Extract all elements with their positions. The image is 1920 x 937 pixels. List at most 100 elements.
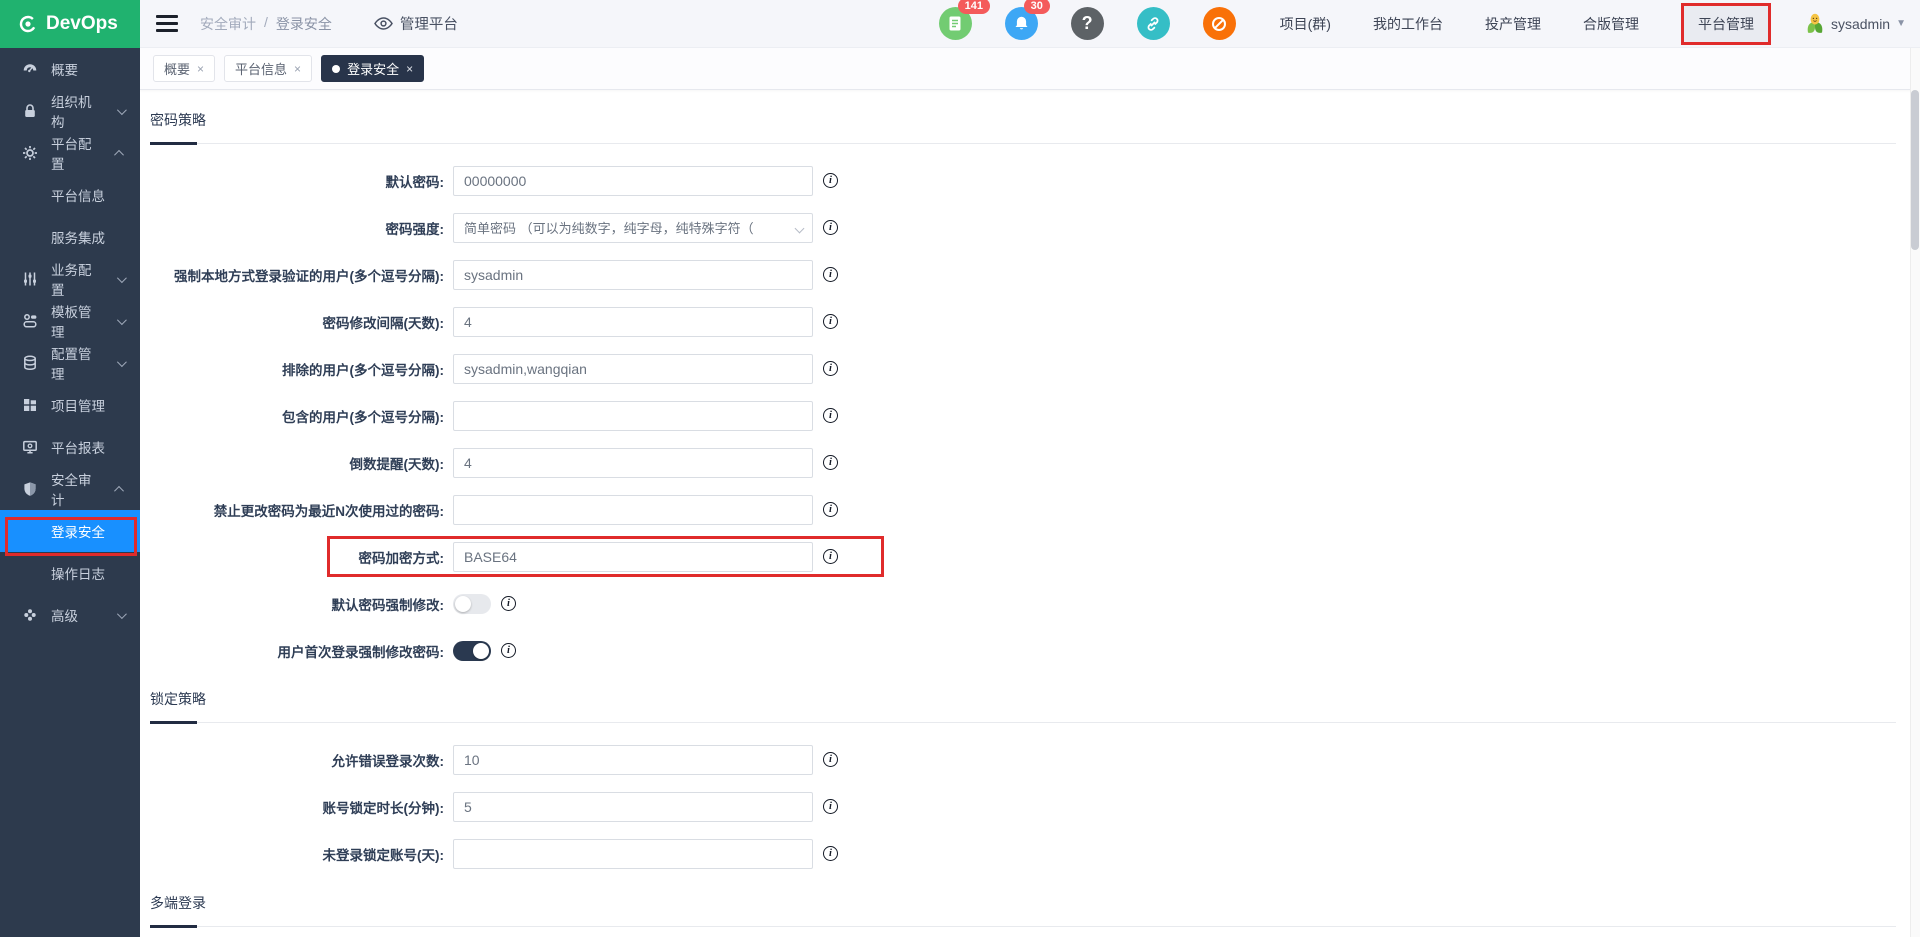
eye-icon — [374, 16, 393, 31]
included-users-input[interactable] — [453, 401, 813, 431]
documents-icon[interactable]: 141 — [939, 7, 972, 40]
sidebar-item-platform-info[interactable]: 平台信息 — [0, 174, 140, 216]
sidebar-item-advanced[interactable]: 高级 — [0, 594, 140, 636]
max-failed-logins-input[interactable] — [453, 745, 813, 775]
nav-workbench[interactable]: 我的工作台 — [1373, 14, 1443, 34]
nav-projects[interactable]: 项目(群) — [1280, 14, 1331, 34]
chevron-up-icon — [114, 149, 124, 159]
breadcrumb-parent[interactable]: 安全审计 — [200, 14, 256, 34]
top-header: 安全审计 / 登录安全 管理平台 141 30 ? 项目(群) 我的工作台 投产… — [140, 0, 1920, 48]
scrollbar-thumb[interactable] — [1911, 90, 1919, 250]
sidebar-item-label: 模板管理 — [51, 301, 104, 341]
form-row: 强制本地方式登录验证的用户(多个逗号分隔): i — [150, 251, 1896, 298]
sidebar-item-label: 项目管理 — [51, 395, 105, 415]
user-menu[interactable]: sysadmin ▼ — [1805, 13, 1906, 35]
excluded-users-input[interactable] — [453, 354, 813, 384]
manage-platform-label[interactable]: 管理平台 — [374, 13, 458, 34]
breadcrumb-separator: / — [264, 14, 268, 34]
password-policy-form: 默认密码: i 密码强度: 简单密码 （可以为纯数字，纯字母，纯特殊字符（ i … — [150, 144, 1896, 674]
field-label: 排除的用户(多个逗号分隔): — [150, 359, 453, 379]
info-icon[interactable]: i — [823, 267, 838, 282]
force-change-default-toggle[interactable] — [453, 594, 491, 614]
info-icon[interactable]: i — [823, 455, 838, 470]
tab-bar: 概要 × 平台信息 × 登录安全 × — [140, 48, 1920, 90]
tab-platform-info[interactable]: 平台信息 × — [224, 55, 312, 82]
app-logo[interactable]: DevOps — [0, 0, 140, 48]
forbid-recent-passwords-input[interactable] — [453, 495, 813, 525]
lock-icon — [22, 103, 38, 119]
form-row: 排除的用户(多个逗号分隔): i — [150, 345, 1896, 392]
sidebar-item-organization[interactable]: 组织机构 — [0, 90, 140, 132]
encryption-method-input[interactable] — [453, 542, 813, 572]
sidebar-item-login-security[interactable]: 登录安全 — [0, 510, 140, 552]
field-label: 密码强度: — [150, 218, 453, 238]
sidebar-item-config-management[interactable]: 配置管理 — [0, 342, 140, 384]
tab-label: 平台信息 — [235, 59, 287, 78]
breadcrumb: 安全审计 / 登录安全 — [200, 14, 332, 34]
chevron-up-icon — [114, 485, 124, 495]
nav-version[interactable]: 合版管理 — [1583, 14, 1639, 34]
sidebar-item-label: 业务配置 — [51, 259, 104, 299]
section-title-underline — [150, 721, 197, 724]
grid-icon — [22, 397, 38, 413]
force-change-first-login-toggle[interactable] — [453, 641, 491, 661]
question-mark: ? — [1082, 13, 1093, 34]
info-icon[interactable]: i — [823, 314, 838, 329]
chevron-down-icon — [117, 357, 127, 367]
form-row: 用户首次登录强制修改密码: i — [150, 627, 1896, 674]
info-icon[interactable]: i — [823, 361, 838, 376]
section-password-policy-header: 密码策略 — [150, 102, 1896, 144]
info-icon[interactable]: i — [823, 408, 838, 423]
lock-duration-input[interactable] — [453, 792, 813, 822]
info-icon[interactable]: i — [823, 220, 838, 235]
tab-login-security[interactable]: 登录安全 × — [321, 55, 424, 82]
menu-toggle-icon[interactable] — [156, 15, 178, 32]
info-icon[interactable]: i — [823, 752, 838, 767]
default-password-input[interactable] — [453, 166, 813, 196]
info-icon[interactable]: i — [823, 549, 838, 564]
info-icon[interactable]: i — [823, 799, 838, 814]
sidebar-item-operation-log[interactable]: 操作日志 — [0, 552, 140, 594]
sidebar-item-platform-config[interactable]: 平台配置 — [0, 132, 140, 174]
link-icon[interactable] — [1137, 7, 1170, 40]
nav-production[interactable]: 投产管理 — [1485, 14, 1541, 34]
sidebar-item-service-integration[interactable]: 服务集成 — [0, 216, 140, 258]
force-local-users-input[interactable] — [453, 260, 813, 290]
docs-badge: 141 — [958, 0, 990, 14]
close-icon[interactable]: × — [197, 62, 204, 76]
sidebar-item-security-audit[interactable]: 安全审计 — [0, 468, 140, 510]
tab-label: 概要 — [164, 59, 190, 78]
close-icon[interactable]: × — [406, 62, 413, 76]
password-strength-select[interactable]: 简单密码 （可以为纯数字，纯字母，纯特殊字符（ — [453, 213, 813, 243]
info-icon[interactable]: i — [823, 502, 838, 517]
section-lock-policy-header: 锁定策略 — [150, 681, 1896, 723]
sidebar-item-template-management[interactable]: 模板管理 — [0, 300, 140, 342]
help-icon[interactable]: ? — [1071, 7, 1104, 40]
info-icon[interactable]: i — [501, 596, 516, 611]
scrollbar-track[interactable] — [1910, 48, 1920, 937]
sidebar-item-project-management[interactable]: 项目管理 — [0, 384, 140, 426]
notification-bell-icon[interactable]: 30 — [1005, 7, 1038, 40]
selected-option: 简单密码 （可以为纯数字，纯字母，纯特殊字符（ — [464, 218, 754, 237]
tab-overview[interactable]: 概要 × — [153, 55, 215, 82]
inactive-lock-days-input[interactable] — [453, 839, 813, 869]
chevron-down-icon — [117, 105, 127, 115]
username: sysadmin — [1831, 16, 1890, 32]
change-interval-input[interactable] — [453, 307, 813, 337]
close-icon[interactable]: × — [294, 62, 301, 76]
sidebar-item-overview[interactable]: 概要 — [0, 48, 140, 90]
nav-platform-management[interactable]: 平台管理 — [1681, 3, 1771, 45]
info-icon[interactable]: i — [823, 173, 838, 188]
sidebar-item-business-config[interactable]: 业务配置 — [0, 258, 140, 300]
chevron-down-icon — [795, 223, 805, 233]
field-label: 密码修改间隔(天数): — [150, 312, 453, 332]
forbidden-icon[interactable] — [1203, 7, 1236, 40]
info-icon[interactable]: i — [501, 643, 516, 658]
sidebar: DevOps 概要 组织机构 平台配置 平台信息 服务集成 业务配置 — [0, 0, 140, 937]
info-icon[interactable]: i — [823, 846, 838, 861]
countdown-reminder-input[interactable] — [453, 448, 813, 478]
sidebar-item-platform-reports[interactable]: 平台报表 — [0, 426, 140, 468]
sidebar-item-label: 平台配置 — [51, 133, 104, 173]
sidebar-item-label: 平台报表 — [51, 437, 105, 457]
form-row: 倒数提醒(天数): i — [150, 439, 1896, 486]
